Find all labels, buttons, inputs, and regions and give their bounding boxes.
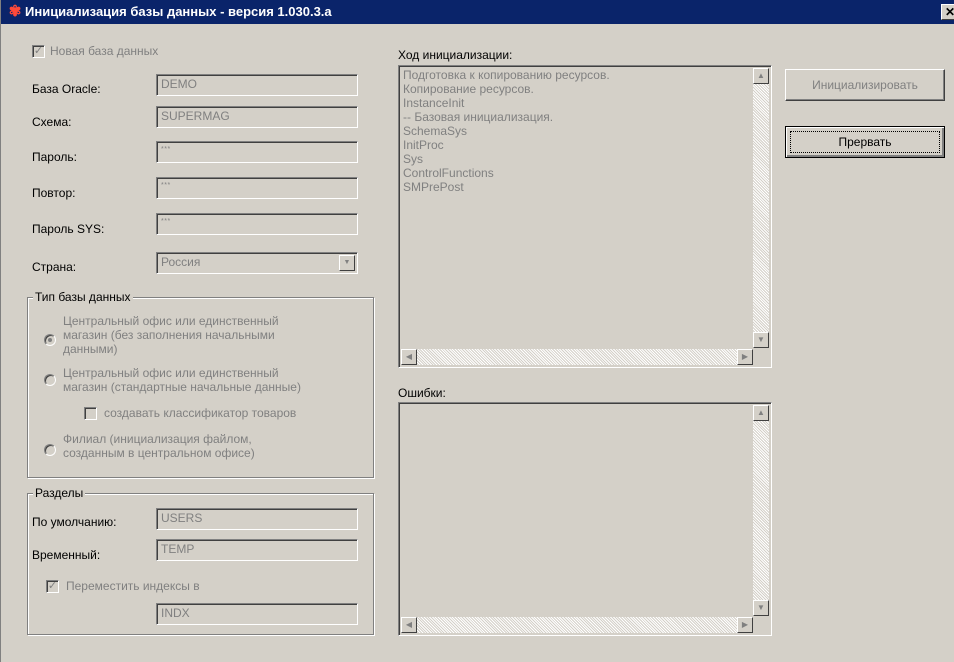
initialize-button[interactable]: Инициализировать bbox=[785, 69, 945, 101]
radio-central-empty[interactable] bbox=[44, 334, 56, 346]
scroll-up-icon[interactable]: ▲ bbox=[753, 68, 769, 84]
log-line: -- Базовая инициализация. bbox=[403, 110, 554, 124]
log-line: Подготовка к копированию ресурсов. bbox=[403, 68, 610, 82]
close-button[interactable]: ✕ bbox=[941, 4, 954, 20]
oracle-db-label: База Oracle: bbox=[32, 82, 101, 96]
db-type-group-title: Тип базы данных bbox=[33, 290, 133, 304]
focus-rect bbox=[790, 131, 940, 153]
new-db-checkbox[interactable]: ✓ bbox=[32, 45, 45, 58]
progress-horizontal-scrollbar[interactable]: ◀ ▶ bbox=[401, 349, 753, 365]
classifier-checkbox-label: создавать классификатор товаров bbox=[104, 406, 297, 420]
sys-password-label: Пароль SYS: bbox=[32, 222, 105, 236]
log-line: InstanceInit bbox=[403, 96, 465, 110]
title-bar[interactable]: ✾ Инициализация базы данных - версия 1.0… bbox=[1, 0, 954, 24]
scroll-down-icon[interactable]: ▼ bbox=[753, 600, 769, 616]
move-indexes-label: Переместить индексы в bbox=[66, 579, 200, 593]
password-field[interactable]: *** bbox=[156, 141, 358, 163]
repeat-password-label: Повтор: bbox=[32, 186, 76, 200]
repeat-password-field[interactable]: *** bbox=[156, 177, 358, 199]
log-line: SchemaSys bbox=[403, 124, 468, 138]
progress-log-lines: Подготовка к копированию ресурсов. Копир… bbox=[403, 68, 610, 194]
scroll-right-icon[interactable]: ▶ bbox=[737, 617, 753, 633]
errors-log-label: Ошибки: bbox=[398, 386, 446, 400]
radio-central-empty-label: Центральный офис или единственный магази… bbox=[63, 314, 279, 356]
oracle-db-field[interactable]: DEMO bbox=[156, 74, 358, 96]
new-db-label: Новая база данных bbox=[50, 44, 159, 58]
scroll-left-icon[interactable]: ◀ bbox=[401, 617, 417, 633]
log-line: InitProc bbox=[403, 138, 444, 152]
index-tablespace-field[interactable]: INDX bbox=[156, 603, 358, 625]
log-line: SMPrePost bbox=[403, 180, 464, 194]
scroll-corner bbox=[753, 349, 769, 365]
scroll-down-icon[interactable]: ▼ bbox=[753, 332, 769, 348]
schema-label: Схема: bbox=[32, 115, 72, 129]
radio-branch[interactable] bbox=[44, 444, 56, 456]
chevron-down-icon[interactable]: ▼ bbox=[339, 255, 355, 271]
temp-tablespace-label: Временный: bbox=[32, 548, 101, 562]
init-db-window: ✾ Инициализация базы данных - версия 1.0… bbox=[0, 0, 954, 662]
window-title: Инициализация базы данных - версия 1.030… bbox=[25, 4, 332, 19]
default-tablespace-label: По умолчанию: bbox=[32, 515, 117, 529]
schema-field[interactable]: SUPERMAG bbox=[156, 106, 358, 128]
progress-vertical-scrollbar[interactable]: ▲ ▼ bbox=[753, 68, 769, 348]
log-line: Копирование ресурсов. bbox=[403, 82, 534, 96]
temp-tablespace-field[interactable]: TEMP bbox=[156, 539, 358, 561]
default-tablespace-field[interactable]: USERS bbox=[156, 508, 358, 530]
progress-log[interactable]: Подготовка к копированию ресурсов. Копир… bbox=[398, 65, 772, 368]
sys-password-field[interactable]: *** bbox=[156, 213, 358, 235]
abort-button[interactable]: Прервать bbox=[785, 126, 945, 158]
app-icon: ✾ bbox=[8, 3, 22, 20]
progress-log-label: Ход инициализации: bbox=[398, 48, 513, 62]
classifier-checkbox[interactable] bbox=[84, 407, 97, 420]
country-select[interactable]: Россия ▼ bbox=[156, 252, 358, 274]
dialog-client: ✓ Новая база данных База Oracle: DEMO Сх… bbox=[9, 24, 954, 654]
log-line: Sys bbox=[403, 152, 424, 166]
radio-central-standard[interactable] bbox=[44, 374, 56, 386]
errors-vertical-scrollbar[interactable]: ▲ ▼ bbox=[753, 405, 769, 616]
errors-horizontal-scrollbar[interactable]: ◀ ▶ bbox=[401, 617, 753, 633]
radio-central-standard-label: Центральный офис или единственный магази… bbox=[63, 366, 301, 394]
move-indexes-checkbox[interactable]: ✓ bbox=[46, 580, 59, 593]
country-label: Страна: bbox=[32, 260, 77, 274]
scroll-corner bbox=[753, 617, 769, 633]
log-line: ControlFunctions bbox=[403, 166, 494, 180]
password-label: Пароль: bbox=[32, 150, 77, 164]
scroll-up-icon[interactable]: ▲ bbox=[753, 405, 769, 421]
sections-group-title: Разделы bbox=[33, 486, 86, 500]
scroll-left-icon[interactable]: ◀ bbox=[401, 349, 417, 365]
country-value: Россия bbox=[161, 255, 201, 269]
errors-log[interactable]: ▲ ▼ ◀ ▶ bbox=[398, 402, 772, 636]
radio-branch-label: Филиал (инициализация файлом, созданным … bbox=[63, 432, 255, 460]
scroll-right-icon[interactable]: ▶ bbox=[737, 349, 753, 365]
